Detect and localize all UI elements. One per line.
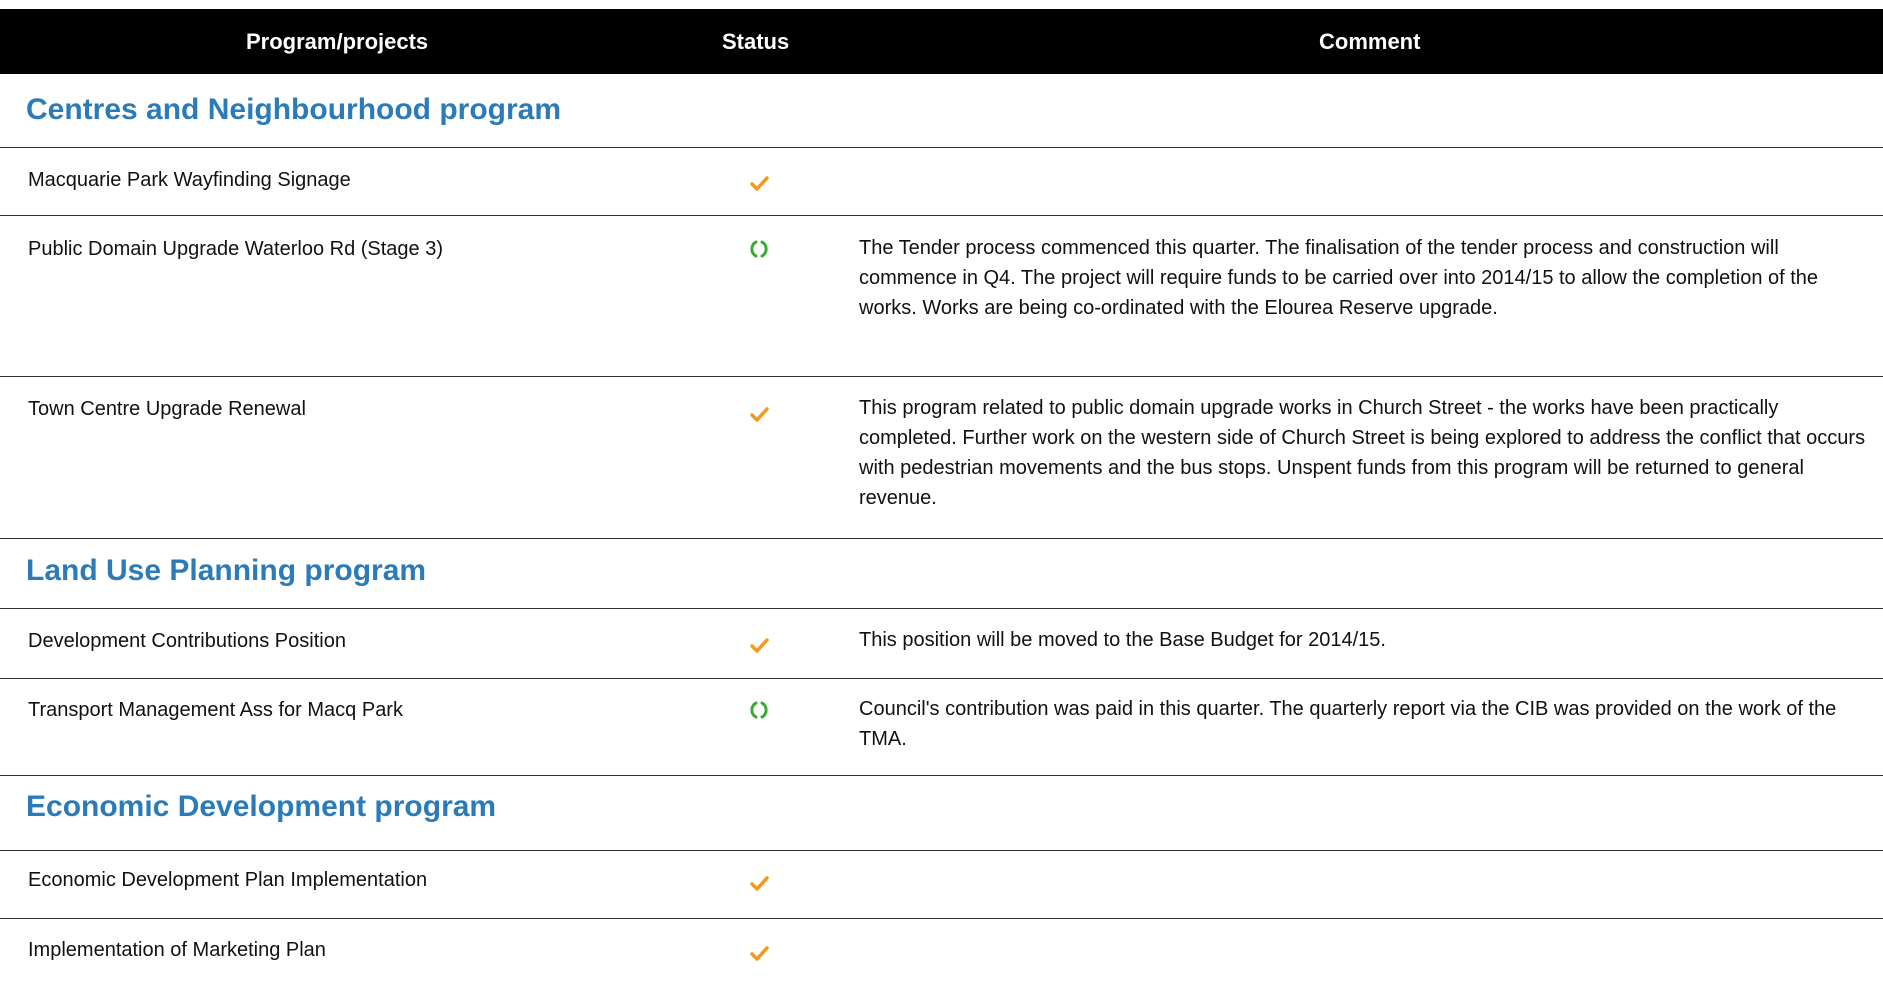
- top-strip: [0, 0, 1883, 9]
- check-icon: [748, 634, 772, 658]
- in-progress-icon: [748, 699, 772, 723]
- check-icon: [748, 172, 772, 196]
- divider: [0, 918, 1883, 919]
- header-status: Status: [722, 29, 790, 54]
- check-icon: [748, 872, 772, 896]
- divider: [0, 215, 1883, 216]
- row-name: Transport Management Ass for Macq Park: [28, 699, 403, 721]
- section-title: Land Use Planning program: [26, 554, 427, 587]
- header-program: Program/projects: [246, 29, 429, 54]
- divider: [0, 850, 1883, 851]
- row-name: Implementation of Marketing Plan: [28, 939, 326, 961]
- section-title: Economic Development program: [26, 790, 497, 823]
- divider: [0, 678, 1883, 679]
- divider: [0, 608, 1883, 609]
- row-comment: The Tender process commenced this quarte…: [859, 237, 1819, 319]
- divider: [0, 147, 1883, 148]
- table-header: Program/projects Status Comment: [0, 9, 1883, 74]
- divider: [0, 775, 1883, 776]
- divider: [0, 538, 1883, 539]
- row-name: Town Centre Upgrade Renewal: [28, 398, 306, 420]
- row-comment: Council's contribution was paid in this …: [859, 698, 1837, 750]
- row-comment: This position will be moved to the Base …: [859, 629, 1386, 651]
- row-name: Economic Development Plan Implementation: [28, 869, 428, 891]
- header-comment: Comment: [1319, 29, 1421, 54]
- check-icon: [748, 403, 772, 427]
- row-name: Development Contributions Position: [28, 630, 346, 652]
- row-name: Public Domain Upgrade Waterloo Rd (Stage…: [28, 238, 444, 260]
- section-title: Centres and Neighbourhood program: [26, 93, 562, 126]
- divider: [0, 376, 1883, 377]
- row-name: Macquarie Park Wayfinding Signage: [28, 169, 351, 191]
- row-comment: This program related to public domain up…: [859, 397, 1866, 509]
- check-icon: [748, 942, 772, 966]
- in-progress-icon: [748, 238, 772, 262]
